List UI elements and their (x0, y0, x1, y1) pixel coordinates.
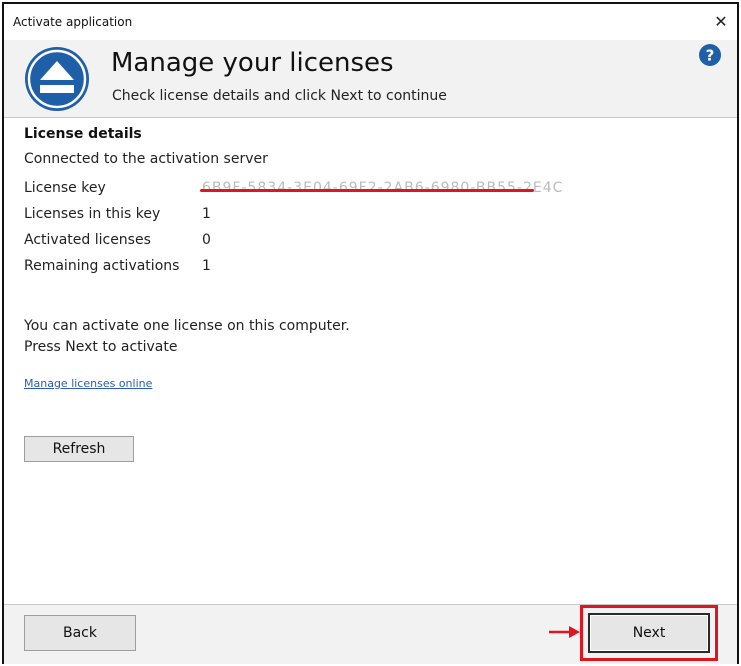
close-icon: ✕ (714, 12, 728, 31)
arrow-right-icon (549, 626, 580, 638)
section-title: License details (24, 126, 142, 142)
footer-bar: Back Next (4, 604, 737, 664)
refresh-button[interactable]: Refresh (24, 436, 134, 462)
activated-licenses-label: Activated licenses (24, 232, 151, 248)
connection-status: Connected to the activation server (24, 151, 268, 167)
remaining-activations-label: Remaining activations (24, 258, 180, 274)
title-bar: Activate application ✕ (4, 4, 737, 40)
remaining-activations-value: 1 (202, 258, 211, 274)
licenses-in-key-value: 1 (202, 206, 211, 222)
license-content: License details Connected to the activat… (24, 126, 724, 462)
close-button[interactable]: ✕ (711, 12, 731, 32)
window-title: Activate application (13, 15, 133, 29)
header-banner: Manage your licenses Check license detai… (4, 40, 737, 118)
license-key-value: 6B9F-5834-3E04-69F2-2AB6-6980-BB55-2E4C (202, 180, 564, 196)
detail-row-remaining: Remaining activations 1 (24, 258, 624, 280)
activation-info: You can activate one license on this com… (24, 318, 350, 334)
next-button[interactable]: Next (588, 613, 710, 653)
detail-row-licenses-in-key: Licenses in this key 1 (24, 206, 624, 228)
page-title: Manage your licenses (111, 48, 394, 78)
manage-licenses-link[interactable]: Manage licenses online (24, 377, 152, 390)
activation-instruction: Press Next to activate (24, 339, 178, 355)
page-subtitle: Check license details and click Next to … (112, 88, 447, 104)
license-key-label: License key (24, 180, 106, 196)
help-icon[interactable]: ? (699, 44, 721, 66)
detail-row-activated: Activated licenses 0 (24, 232, 624, 254)
licenses-in-key-label: Licenses in this key (24, 206, 161, 222)
svg-text:?: ? (706, 47, 715, 65)
activate-window: Activate application ✕ Manage your licen… (2, 2, 739, 664)
detail-row-license-key: License key 6B9F-5834-3E04-69F2-2AB6-698… (24, 180, 624, 202)
activated-licenses-value: 0 (202, 232, 211, 248)
eject-icon (25, 47, 89, 111)
back-button[interactable]: Back (24, 615, 136, 651)
redaction-strike (200, 189, 534, 192)
